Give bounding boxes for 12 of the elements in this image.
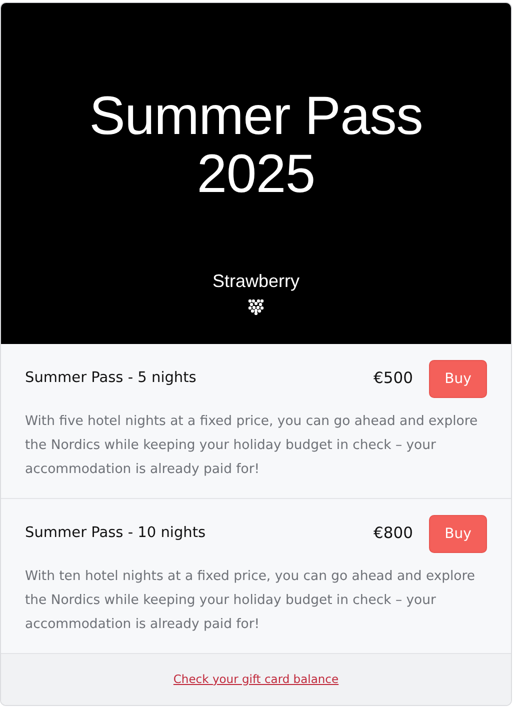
- product-description: With five hotel nights at a fixed price, you can go ahead and explore the Nordics while keeping your holiday budget in check – your accommodation is already paid for!: [25, 413, 479, 479]
- product-name: Summer Pass - 10 nights: [25, 524, 207, 544]
- product-price: €500: [374, 368, 413, 390]
- gift-card-link[interactable]: Check your gift card balance: [173, 670, 339, 688]
- buy-button[interactable]: Buy: [429, 360, 487, 398]
- product-description: With ten hotel nights at a fixed price, you can go ahead and explore the Nordics while keeping your holiday budget in check – your accommodation is already paid for!: [25, 568, 476, 634]
- buy-button[interactable]: Buy: [429, 515, 487, 553]
- product-price: €800: [374, 523, 413, 544]
- brand-name: Strawberry: [212, 270, 300, 293]
- berry-icon: [248, 298, 264, 315]
- product-name: Summer Pass - 5 nights: [25, 369, 198, 388]
- banner-title: Summer Pass 2025: [88, 87, 424, 204]
